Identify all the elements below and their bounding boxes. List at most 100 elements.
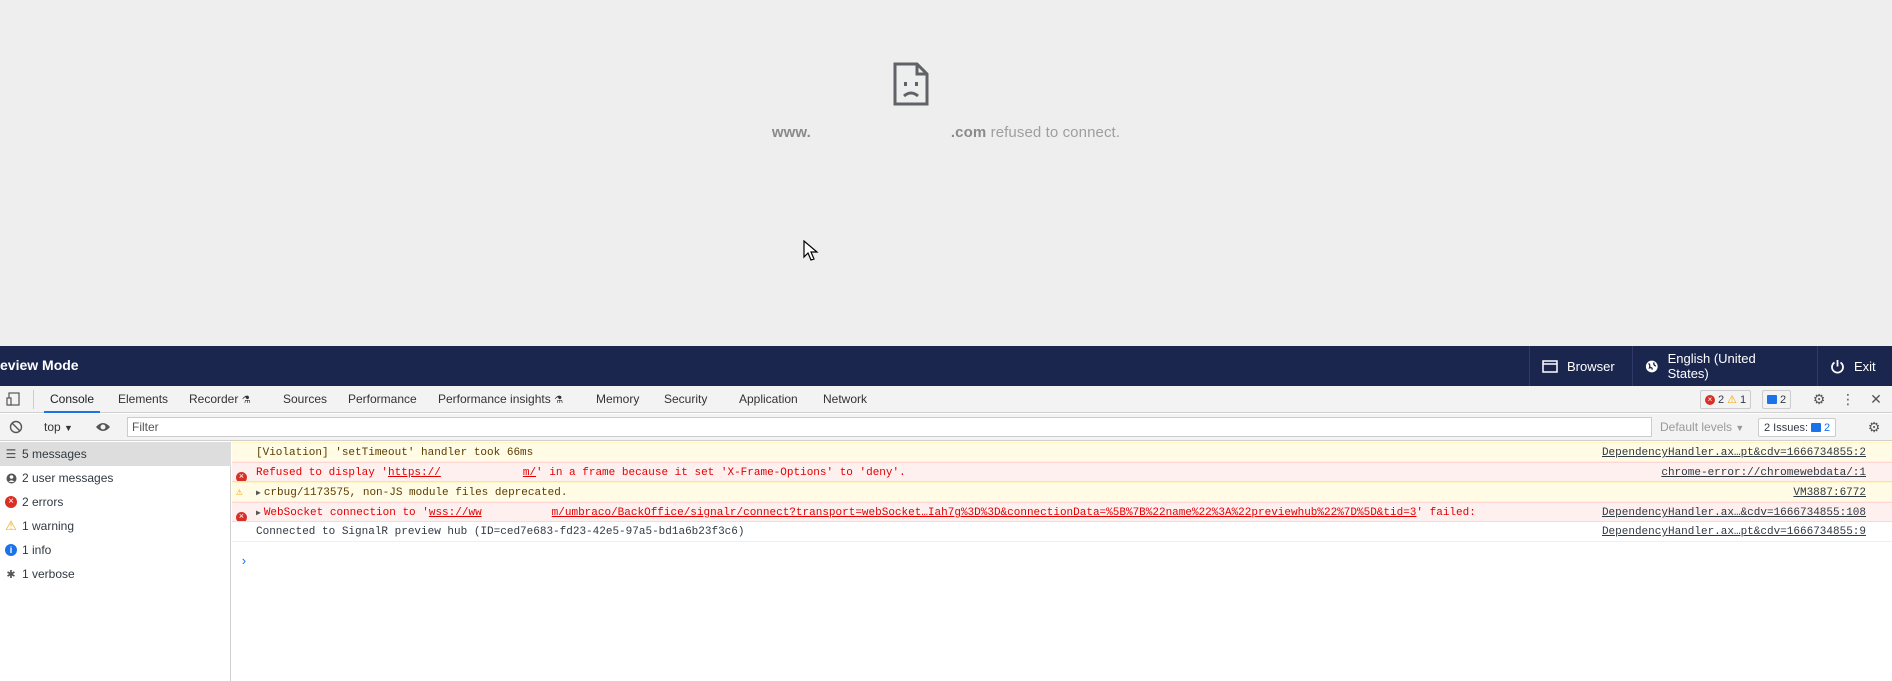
tab-separator <box>33 390 34 409</box>
flask-icon: ⚗ <box>241 395 251 406</box>
page-viewport: www. .com refused to connect. <box>0 0 1892 346</box>
issues-button[interactable]: 2 Issues: 2 <box>1758 418 1837 437</box>
sidebar-item-label: 2 errors <box>22 495 64 509</box>
tab-security[interactable]: Security <box>664 386 707 413</box>
message-source-link[interactable]: chrome-error://chromewebdata/:1 <box>1661 463 1866 481</box>
context-select[interactable]: top ▼ <box>44 420 73 434</box>
refused-text: refused to connect. <box>990 124 1121 141</box>
expand-triangle-icon: ▶ <box>256 489 261 498</box>
expand-triangle-icon: ▶ <box>256 509 261 518</box>
list-icon: ☰ <box>5 447 17 461</box>
device-toolbar-icon[interactable] <box>6 392 20 406</box>
warning-icon: ⚠ <box>236 487 243 499</box>
browser-window-icon <box>1542 359 1558 373</box>
console-settings-gear-icon[interactable]: ⚙ <box>1866 419 1882 435</box>
message-url-link[interactable]: https:// m/ <box>388 467 536 479</box>
tab-sources[interactable]: Sources <box>283 386 327 413</box>
more-options-icon[interactable]: ⋮ <box>1840 391 1856 407</box>
message-text: Connected to SignalR preview hub (ID=ced… <box>256 526 745 538</box>
message-source-link[interactable]: DependencyHandler.ax…pt&cdv=1666734855:9 <box>1602 522 1866 541</box>
issue-icon <box>1767 395 1777 404</box>
devtools-panel: Console Elements Recorder ⚗ Sources Perf… <box>0 386 1892 681</box>
sidebar-item-label: 1 verbose <box>22 567 75 581</box>
tab-network[interactable]: Network <box>823 386 867 413</box>
sidebar-item-label: 2 user messages <box>22 471 114 485</box>
log-levels-label: Default levels <box>1660 420 1733 434</box>
error-icon: × <box>236 507 247 521</box>
sidebar-item-label: 5 messages <box>22 447 87 461</box>
tab-application[interactable]: Application <box>739 386 798 413</box>
browser-button-label: Browser <box>1567 358 1615 374</box>
refused-host-prefix: www. <box>771 124 811 141</box>
sidebar-item-user-messages[interactable]: 2 user messages <box>0 466 231 490</box>
message-url-start: https:// <box>388 467 441 479</box>
message-text[interactable]: ▶ crbug/1173575, non-JS module files depr… <box>256 483 568 501</box>
power-icon <box>1831 359 1844 373</box>
issues-count: 2 <box>1780 393 1787 406</box>
tab-memory[interactable]: Memory <box>596 386 639 413</box>
message-text-content: crbug/1173575, non-JS module files depre… <box>263 487 568 499</box>
issues-button-count: 2 <box>1824 421 1831 434</box>
log-levels-dropdown[interactable]: Default levels ▼ <box>1660 420 1744 434</box>
browser-button[interactable]: Browser <box>1529 346 1632 386</box>
console-message-crbug-warning: ⚠ ▶ crbug/1173575, non-JS module files de… <box>232 482 1892 502</box>
console-message-websocket-error: × ▶ WebSocket connection to 'wss://ww m/um… <box>232 502 1892 522</box>
console-message-signalr: Connected to SignalR preview hub (ID=ced… <box>232 522 1892 542</box>
exit-button-label: Exit <box>1854 358 1876 374</box>
console-prompt[interactable]: › <box>240 554 248 569</box>
sidebar-item-messages[interactable]: ☰ 5 messages <box>0 442 231 466</box>
message-url-link[interactable]: wss://ww m/umbraco/BackOffice/signalr/con… <box>429 507 1417 519</box>
error-warning-counts[interactable]: × 2 ⚠ 1 <box>1700 390 1752 409</box>
close-devtools-icon[interactable]: ✕ <box>1868 391 1884 407</box>
tab-elements[interactable]: Elements <box>118 386 168 413</box>
message-url-end: m/ <box>522 467 537 479</box>
sidebar-item-info[interactable]: i 1 info <box>0 538 231 562</box>
user-icon <box>0 473 22 484</box>
refused-message: www. .com refused to connect. <box>0 124 1892 141</box>
exit-button[interactable]: Exit <box>1817 346 1892 386</box>
bug-icon: ✱ <box>6 568 16 581</box>
tab-console[interactable]: Console <box>44 386 100 413</box>
filter-input[interactable] <box>127 417 1652 437</box>
message-text[interactable]: ▶ WebSocket connection to 'wss://ww m/umbr… <box>256 503 1476 521</box>
language-button[interactable]: English (United States) <box>1632 346 1800 386</box>
globe-icon <box>1645 360 1658 372</box>
error-icon: × <box>0 496 22 508</box>
devtools-tab-bar: Console Elements Recorder ⚗ Sources Perf… <box>0 386 1892 413</box>
console-message-violation: [Violation] 'setTimeout' handler took 66… <box>232 442 1892 462</box>
clear-console-icon[interactable] <box>9 420 23 434</box>
message-text-before: Refused to display ' <box>256 467 389 479</box>
message-url-start: wss://ww <box>428 507 482 519</box>
console-filter-bar: top ▼ Default levels ▼ 2 Issues: 2 ⚙ <box>0 414 1892 441</box>
tab-performance-insights-label: Performance insights <box>438 392 551 406</box>
sidebar-item-label: 1 info <box>22 543 52 557</box>
info-icon: i <box>0 544 22 556</box>
flask-icon: ⚗ <box>554 395 564 406</box>
tab-performance-insights[interactable]: Performance insights ⚗ <box>438 386 563 413</box>
sidebar-item-warnings[interactable]: ⚠ 1 warning <box>0 514 231 538</box>
settings-gear-icon[interactable]: ⚙ <box>1811 391 1827 407</box>
tab-recorder[interactable]: Recorder ⚗ <box>189 386 251 413</box>
message-text-after: ' failed: <box>1416 507 1476 519</box>
tab-performance[interactable]: Performance <box>348 386 417 413</box>
message-source-link[interactable]: DependencyHandler.ax…pt&cdv=1666734855:2 <box>1602 443 1866 461</box>
preview-bar: eview Mode Browser English (United State… <box>0 346 1892 386</box>
sidebar-item-verbose[interactable]: ✱ 1 verbose <box>0 562 231 586</box>
sidebar-item-errors[interactable]: × 2 errors <box>0 490 231 514</box>
error-icon: × <box>236 467 247 481</box>
message-text-after: ' in a frame because it set 'X-Frame-Opt… <box>536 467 906 479</box>
chevron-down-icon: ▼ <box>1735 423 1745 433</box>
live-expression-eye-icon[interactable] <box>95 421 111 433</box>
issues-button-label: 2 Issues: <box>1764 421 1809 434</box>
console-messages: [Violation] 'setTimeout' handler took 66… <box>232 442 1892 681</box>
warning-count: 1 <box>1740 393 1747 406</box>
console-sidebar: ☰ 5 messages 2 user messages × 2 errors … <box>0 442 231 681</box>
console-message-xframe-error: × Refused to display 'https:// m/' in a f… <box>232 462 1892 482</box>
message-source-link[interactable]: VM3887:6772 <box>1793 483 1866 501</box>
warning-icon: ⚠ <box>1727 394 1737 406</box>
issue-icon <box>1811 423 1822 432</box>
message-source-link[interactable]: DependencyHandler.ax…&cdv=1666734855:108 <box>1602 503 1866 521</box>
chevron-down-icon: ▼ <box>64 423 73 433</box>
language-button-label: English (United States) <box>1667 351 1756 381</box>
issues-count-badge[interactable]: 2 <box>1762 390 1792 409</box>
